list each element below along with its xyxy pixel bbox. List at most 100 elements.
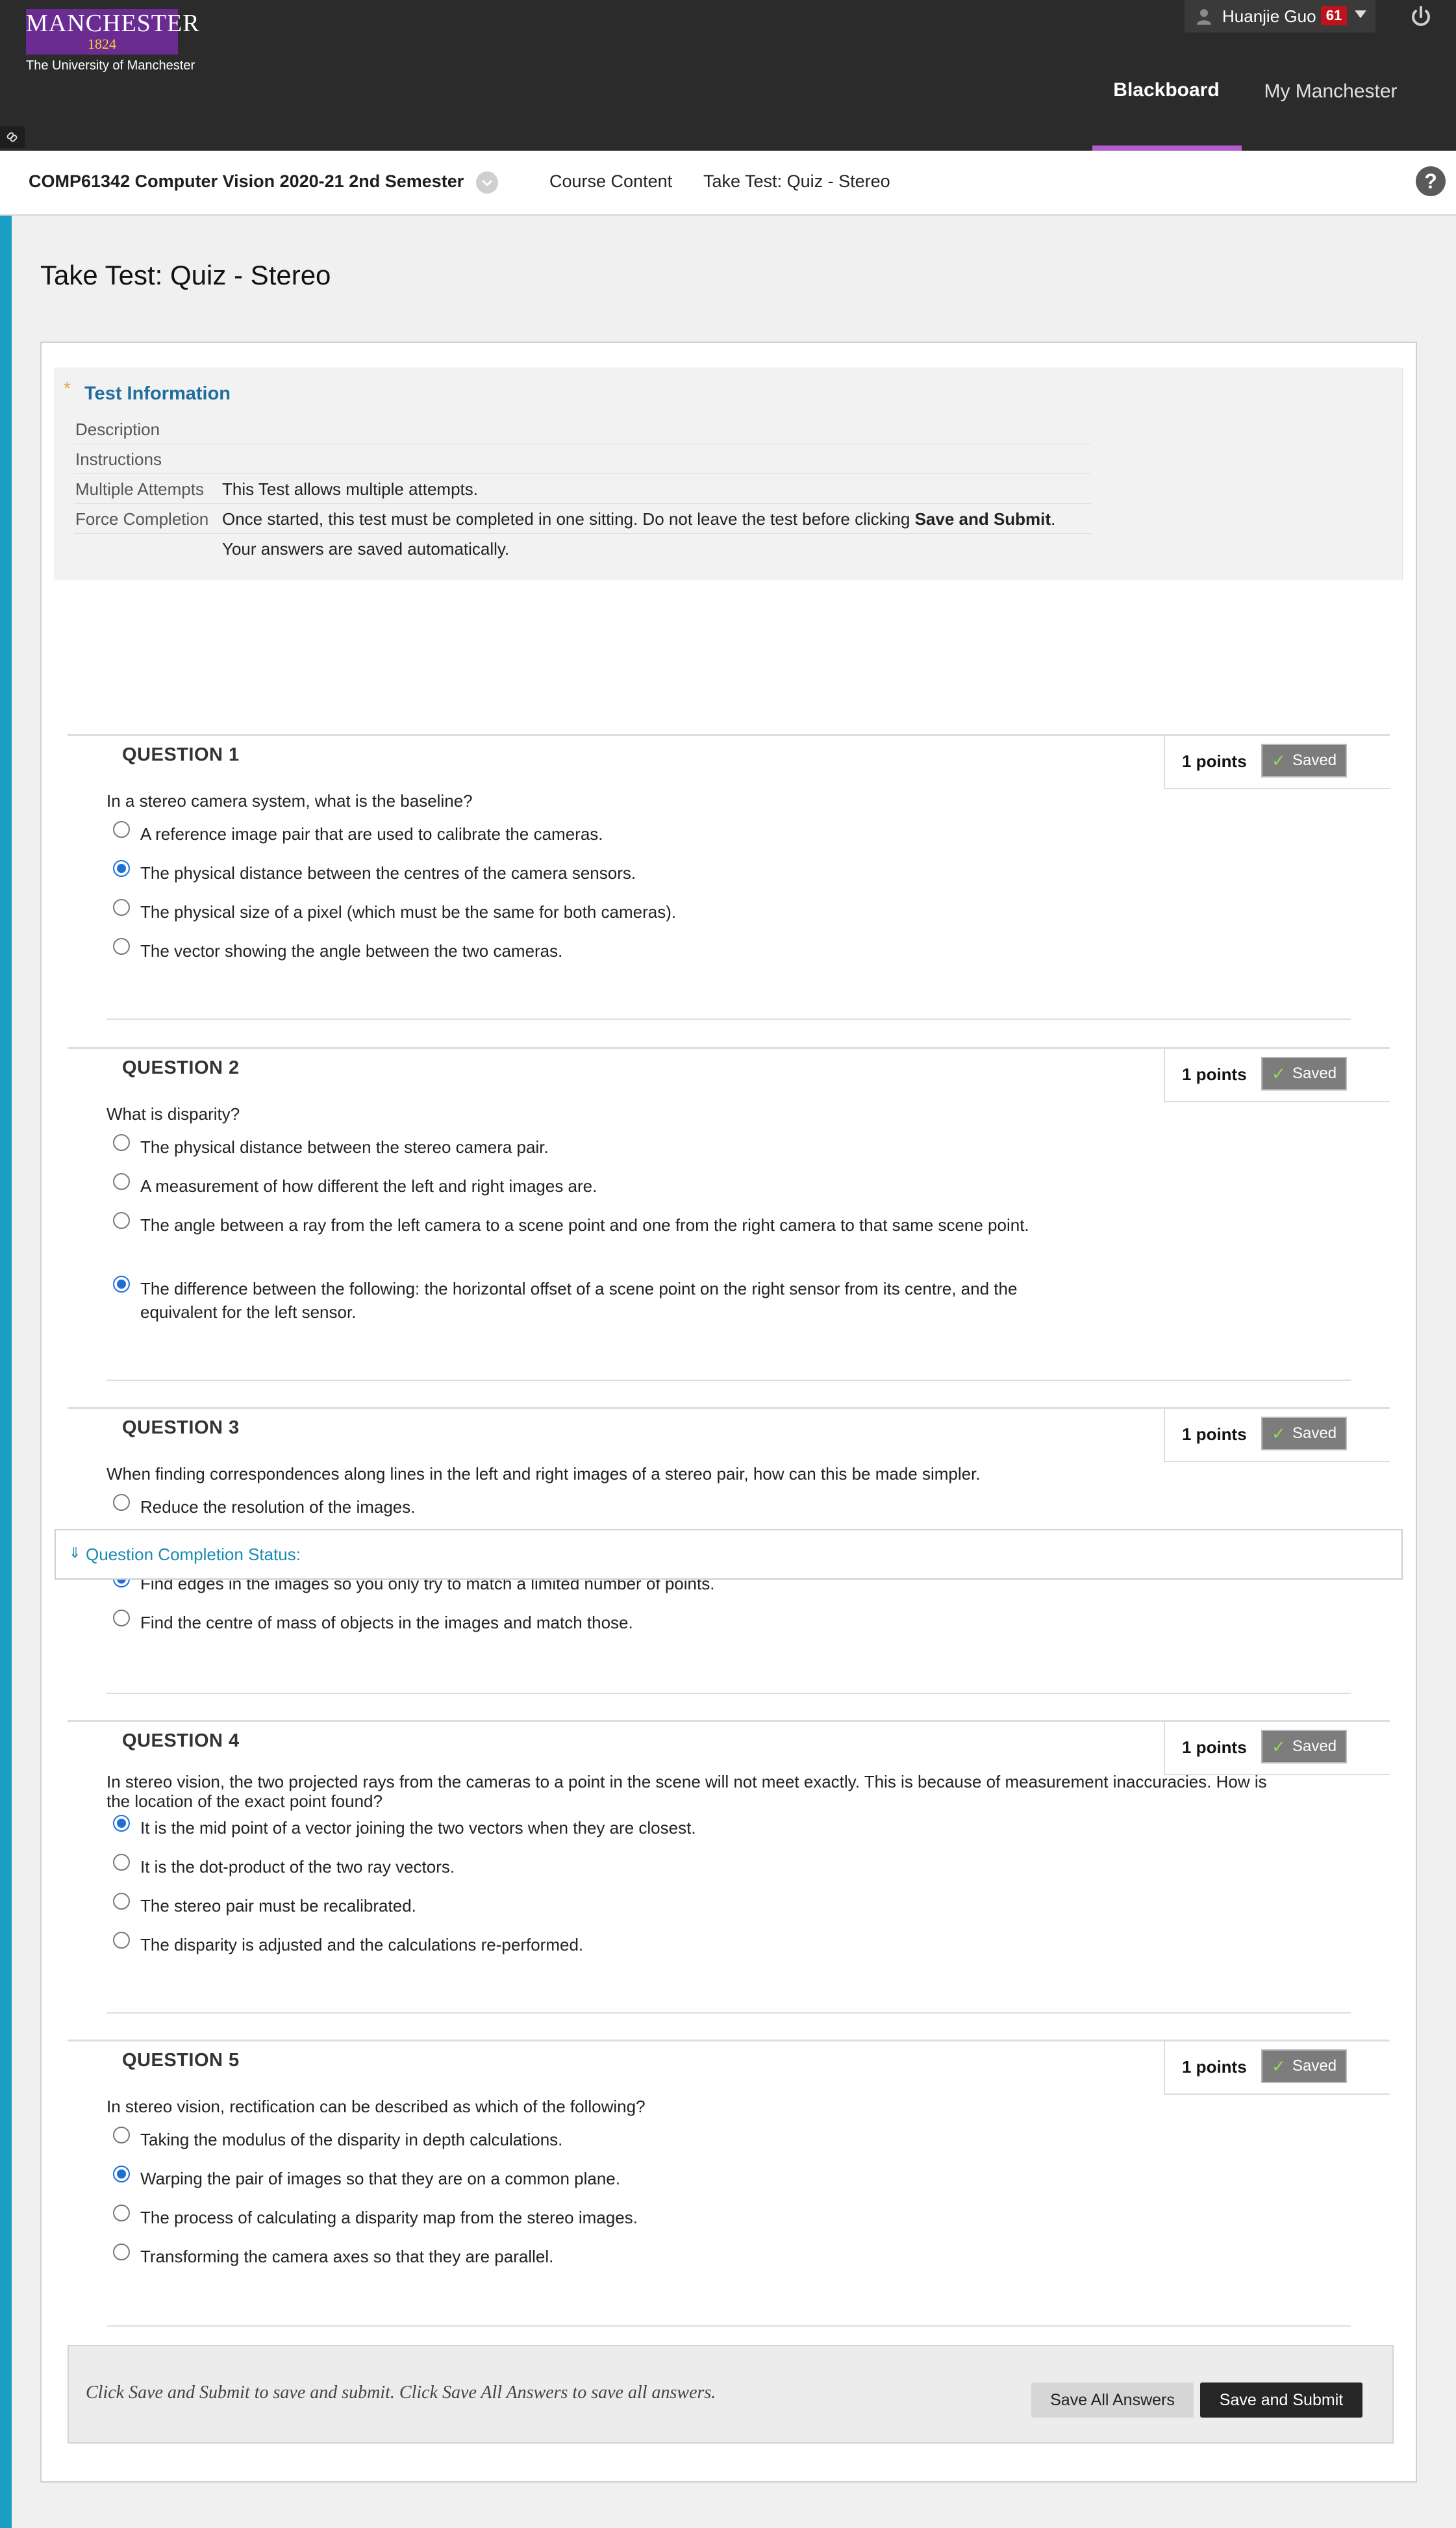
answer-option-label[interactable]: The physical size of a pixel (which must…: [140, 900, 1075, 924]
save-all-answers-button[interactable]: Save All Answers: [1031, 2383, 1194, 2418]
checkmark-icon: ✓: [1272, 751, 1286, 770]
radio-button[interactable]: [113, 1815, 130, 1832]
question-title: QUESTION 3: [122, 1417, 240, 1438]
radio-button[interactable]: [113, 1173, 130, 1190]
radio-button[interactable]: [113, 1212, 130, 1229]
answer-option-label[interactable]: Transforming the camera axes so that the…: [140, 2245, 1075, 2268]
saved-status: ✓ Saved: [1261, 1417, 1347, 1450]
user-menu[interactable]: Huanjie Guo 61: [1185, 0, 1375, 32]
test-info-value: This Test allows multiple attempts.: [222, 479, 478, 499]
page-title: Take Test: Quiz - Stereo: [40, 260, 331, 290]
test-information-heading[interactable]: Test Information: [84, 383, 231, 405]
answer-option-label[interactable]: The vector showing the angle between the…: [140, 939, 1075, 963]
save-and-submit-button[interactable]: Save and Submit: [1200, 2383, 1362, 2418]
submit-area: Click Save and Submit to save and submit…: [68, 2345, 1394, 2444]
test-info-row-multiple-attempts: Multiple Attempts This Test allows multi…: [74, 474, 1091, 504]
help-icon[interactable]: ?: [1416, 166, 1446, 196]
question-text: In stereo vision, the two projected rays…: [107, 1772, 1267, 1811]
question-points: 1 points: [1182, 1424, 1247, 1444]
radio-button[interactable]: [113, 2127, 130, 2143]
force-completion-text: Once started, this test must be complete…: [222, 509, 915, 529]
answer-option-label[interactable]: The disparity is adjusted and the calcul…: [140, 1933, 1075, 1956]
radio-button[interactable]: [113, 1494, 130, 1511]
test-info-row-force-completion: Force Completion Once started, this test…: [74, 504, 1091, 534]
question-text: In a stereo camera system, what is the b…: [107, 791, 473, 811]
breadcrumb-course[interactable]: COMP61342 Computer Vision 2020-21 2nd Se…: [29, 171, 464, 192]
test-info-label: Multiple Attempts: [75, 479, 204, 499]
saved-status: ✓ Saved: [1261, 2049, 1347, 2083]
breadcrumb-current-page: Take Test: Quiz - Stereo: [703, 171, 890, 191]
answer-option-label[interactable]: Warping the pair of images so that they …: [140, 2167, 1075, 2190]
test-info-autosave-note: Your answers are saved automatically.: [222, 539, 510, 559]
checkmark-icon: ✓: [1272, 1424, 1286, 1443]
saved-label: Saved: [1292, 1424, 1337, 1442]
radio-button[interactable]: [113, 1932, 130, 1949]
question-end-separator: [107, 2325, 1351, 2327]
answer-option-label[interactable]: It is the dot-product of the two ray vec…: [140, 1855, 1075, 1878]
logo-subtitle: The University of Manchester: [26, 58, 195, 73]
radio-button[interactable]: [113, 1854, 130, 1871]
radio-button[interactable]: [113, 899, 130, 916]
checkmark-icon: ✓: [1272, 1064, 1286, 1083]
answer-option-label[interactable]: A measurement of how different the left …: [140, 1174, 1075, 1198]
logo-wordmark: MANCHESTER: [26, 10, 200, 37]
question-title: QUESTION 1: [122, 744, 240, 765]
question-points: 1 points: [1182, 1065, 1247, 1084]
completion-status-label[interactable]: Question Completion Status:: [86, 1545, 301, 1565]
tab-blackboard[interactable]: Blackboard: [1091, 79, 1242, 110]
radio-button[interactable]: [113, 821, 130, 838]
answer-option-label[interactable]: It is the mid point of a vector joining …: [140, 1816, 1075, 1839]
course-menu-toggle-strip[interactable]: [0, 216, 12, 2528]
radio-button[interactable]: [113, 938, 130, 955]
top-header: MANCHESTER 1824 The University of Manche…: [0, 0, 1456, 151]
breadcrumb-course-content[interactable]: Course Content: [549, 171, 672, 192]
question-title: QUESTION 4: [122, 1730, 240, 1751]
breadcrumb: COMP61342 Computer Vision 2020-21 2nd Se…: [0, 151, 1456, 216]
radio-button[interactable]: [113, 2205, 130, 2221]
answer-option-label[interactable]: Taking the modulus of the disparity in d…: [140, 2128, 1075, 2151]
saved-label: Saved: [1292, 752, 1337, 769]
radio-button[interactable]: [113, 860, 130, 877]
radio-button[interactable]: [113, 2166, 130, 2182]
user-icon: [1197, 9, 1211, 25]
answer-option-label[interactable]: The angle between a ray from the left ca…: [140, 1213, 1075, 1237]
power-icon[interactable]: [1407, 3, 1435, 31]
question-text: When finding correspondences along lines…: [107, 1464, 981, 1484]
link-icon[interactable]: [0, 126, 25, 148]
question-points: 1 points: [1182, 2057, 1247, 2077]
radio-button[interactable]: [113, 2244, 130, 2260]
question-end-separator: [107, 1018, 1351, 1020]
saved-status: ✓ Saved: [1261, 1730, 1347, 1763]
answer-option-label[interactable]: The process of calculating a disparity m…: [140, 2206, 1075, 2229]
test-info-label: Force Completion: [75, 509, 209, 529]
submit-instructions: Click Save and Submit to save and submit…: [86, 2383, 716, 2403]
notification-badge[interactable]: 61: [1321, 6, 1347, 25]
answer-option-label[interactable]: The difference between the following: th…: [140, 1277, 1075, 1324]
question-end-separator: [107, 1693, 1351, 1694]
question-end-separator: [107, 2012, 1351, 2014]
radio-button[interactable]: [113, 1276, 130, 1293]
answer-option-label[interactable]: The stereo pair must be recalibrated.: [140, 1894, 1075, 1917]
user-name: Huanjie Guo: [1222, 6, 1316, 26]
saved-label: Saved: [1292, 1065, 1337, 1082]
caret-down-icon[interactable]: [1355, 10, 1366, 18]
answer-option-label[interactable]: A reference image pair that are used to …: [140, 822, 1075, 846]
university-logo[interactable]: MANCHESTER 1824: [26, 9, 200, 55]
question-end-separator: [107, 1380, 1351, 1381]
question-points-box: 1 points ✓ Saved: [1164, 1409, 1390, 1462]
active-tab-indicator: [1092, 145, 1242, 151]
answer-option-label[interactable]: The physical distance between the stereo…: [140, 1135, 1075, 1159]
radio-button[interactable]: [113, 1893, 130, 1910]
answer-option-label[interactable]: Find the centre of mass of objects in th…: [140, 1611, 1075, 1634]
question-points-box: 1 points ✓ Saved: [1164, 1049, 1390, 1102]
question-completion-status[interactable]: ⇓ Question Completion Status:: [55, 1529, 1403, 1580]
tab-my-manchester[interactable]: My Manchester: [1242, 81, 1420, 112]
saved-status: ✓ Saved: [1261, 744, 1347, 777]
radio-button[interactable]: [113, 1610, 130, 1626]
saved-label: Saved: [1292, 1738, 1337, 1755]
answer-option-label[interactable]: The physical distance between the centre…: [140, 861, 1075, 885]
answer-option-label[interactable]: Reduce the resolution of the images.: [140, 1495, 1075, 1519]
radio-button[interactable]: [113, 1134, 130, 1151]
question-title: QUESTION 5: [122, 2050, 240, 2071]
chevron-down-icon[interactable]: [476, 171, 498, 194]
